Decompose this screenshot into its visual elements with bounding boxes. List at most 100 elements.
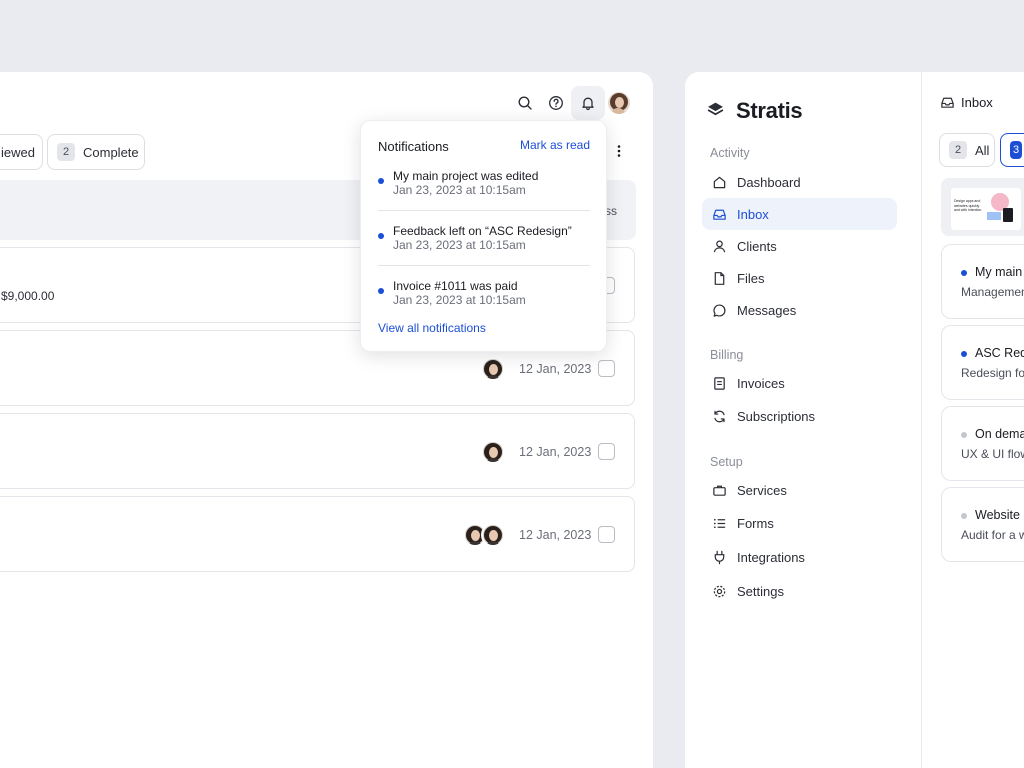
sidebar-item-forms[interactable]: Forms xyxy=(702,507,897,539)
row-checkbox[interactable] xyxy=(598,526,615,543)
inbox-card[interactable]: My main Managemen xyxy=(941,244,1024,319)
brand-name: Stratis xyxy=(736,98,803,123)
message-icon xyxy=(713,303,726,317)
user-avatar[interactable] xyxy=(608,92,630,114)
notification-title: My main project was edited xyxy=(393,169,539,183)
inbox-card[interactable]: ASC Red Redesign fo xyxy=(941,325,1024,400)
unread-dot xyxy=(378,233,384,239)
inbox-tab-all[interactable]: 2 All xyxy=(939,133,995,167)
row-date: 12 Jan, 2023 xyxy=(519,445,592,459)
inbox-title: Inbox xyxy=(961,95,993,110)
thumbnail-shape xyxy=(987,212,1001,220)
inbox-icon xyxy=(941,97,954,108)
nav-section-setup: Setup xyxy=(710,455,743,469)
sidebar-item-label: Files xyxy=(737,270,765,286)
sidebar-item-label: Settings xyxy=(737,583,784,599)
assignee-avatar xyxy=(481,440,505,464)
row-date: 12 Jan, 2023 xyxy=(519,362,592,376)
sidebar-item-integrations[interactable]: Integrations xyxy=(702,541,897,573)
inbox-card-subtitle: UX & UI flow xyxy=(961,447,1024,461)
row-checkbox[interactable] xyxy=(598,443,615,460)
help-icon xyxy=(549,96,563,110)
nav-section-activity: Activity xyxy=(710,146,750,160)
gear-icon xyxy=(713,585,726,597)
search-button[interactable] xyxy=(510,88,540,118)
divider xyxy=(378,265,590,266)
inbox-card-subtitle: Audit for a w xyxy=(961,528,1024,542)
filter-complete-tab[interactable]: 2 Complete xyxy=(47,134,145,170)
read-dot xyxy=(961,432,967,438)
sidebar-item-label: Inbox xyxy=(737,206,769,222)
sidebar-item-subscriptions[interactable]: Subscriptions xyxy=(702,400,897,432)
stratis-logo-icon xyxy=(707,102,724,116)
inbox-card-title: ASC Red xyxy=(975,346,1024,360)
app-preview-panel: Stratis Activity Dashboard Inbox Clients… xyxy=(685,72,1024,768)
sidebar-item-settings[interactable]: Settings xyxy=(702,575,897,607)
inbox-tab-unread-count: 3 xyxy=(1010,141,1022,159)
inbox-card[interactable]: Website Audit for a w xyxy=(941,487,1024,562)
notification-item[interactable]: Feedback left on “ASC Redesign” Jan 23, … xyxy=(378,224,590,254)
inbox-card-subtitle: Managemen xyxy=(961,285,1024,299)
assignee-avatar xyxy=(481,523,505,547)
notifications-button[interactable] xyxy=(571,86,605,120)
sidebar-item-dashboard[interactable]: Dashboard xyxy=(702,166,897,198)
unread-dot xyxy=(378,288,384,294)
table-row[interactable]: 12 Jan, 2023 xyxy=(0,413,635,489)
notification-time: Jan 23, 2023 at 10:15am xyxy=(393,183,526,197)
sidebar-item-clients[interactable]: Clients xyxy=(702,230,897,262)
preview-thumbnail-card[interactable]: Design apps and websites quickly and wit… xyxy=(941,178,1024,236)
sidebar-item-invoices[interactable]: Invoices xyxy=(702,367,897,399)
preview-thumbnail: Design apps and websites quickly and wit… xyxy=(951,188,1021,230)
refresh-icon xyxy=(714,410,725,422)
unread-dot xyxy=(378,178,384,184)
inbox-card-title: On dema xyxy=(975,427,1024,441)
row-checkbox[interactable] xyxy=(598,360,615,377)
row-amount: $9,000.00 xyxy=(1,289,55,303)
filter-reviewed-tab[interactable]: iewed xyxy=(0,134,43,170)
notification-item[interactable]: My main project was edited Jan 23, 2023 … xyxy=(378,169,590,199)
sidebar-item-inbox[interactable]: Inbox xyxy=(702,198,897,230)
unread-dot xyxy=(961,351,967,357)
sidebar: Stratis Activity Dashboard Inbox Clients… xyxy=(685,72,922,768)
sidebar-item-label: Dashboard xyxy=(737,174,801,190)
file-icon xyxy=(714,271,725,285)
sidebar-item-services[interactable]: Services xyxy=(702,474,897,506)
inbox-card-title: My main xyxy=(975,265,1023,279)
briefcase-icon xyxy=(713,485,726,496)
more-options-button[interactable] xyxy=(604,136,634,166)
read-dot xyxy=(961,513,967,519)
row-date: 12 Jan, 2023 xyxy=(519,528,592,542)
assignee-avatar xyxy=(481,357,505,381)
thumbnail-text: Design apps and websites quickly and wit… xyxy=(954,199,983,212)
filter-complete-label: Complete xyxy=(83,144,139,160)
sidebar-item-label: Services xyxy=(737,482,787,498)
sidebar-item-label: Clients xyxy=(737,238,777,254)
sidebar-item-messages[interactable]: Messages xyxy=(702,294,897,326)
divider xyxy=(378,210,590,211)
inbox-icon xyxy=(713,209,726,220)
mark-as-read-link[interactable]: Mark as read xyxy=(520,138,590,152)
sidebar-item-label: Forms xyxy=(737,515,774,531)
plug-icon xyxy=(714,550,725,564)
notification-title: Invoice #1011 was paid xyxy=(393,279,518,293)
inbox-tab-unread[interactable]: 3 xyxy=(1000,133,1024,167)
inbox-card-title: Website xyxy=(975,508,1020,522)
table-row[interactable]: 12 Jan, 2023 xyxy=(0,496,635,572)
nav-section-billing: Billing xyxy=(710,348,744,362)
notification-time: Jan 23, 2023 at 10:15am xyxy=(393,293,526,307)
inbox-card-subtitle: Redesign fo xyxy=(961,366,1024,380)
sidebar-item-files[interactable]: Files xyxy=(702,262,897,294)
invoice-icon xyxy=(714,376,725,390)
notification-time: Jan 23, 2023 at 10:15am xyxy=(393,238,526,252)
inbox-tab-all-label: All xyxy=(975,142,990,158)
filter-complete-count: 2 xyxy=(57,143,75,161)
filter-reviewed-label: iewed xyxy=(1,144,35,160)
list-icon xyxy=(713,518,726,528)
help-button[interactable] xyxy=(541,88,571,118)
search-icon xyxy=(518,96,532,110)
bell-icon xyxy=(582,97,594,111)
view-all-notifications-link[interactable]: View all notifications xyxy=(378,321,486,335)
notification-item[interactable]: Invoice #1011 was paid Jan 23, 2023 at 1… xyxy=(378,279,590,309)
user-icon xyxy=(713,240,726,252)
inbox-card[interactable]: On dema UX & UI flow xyxy=(941,406,1024,481)
